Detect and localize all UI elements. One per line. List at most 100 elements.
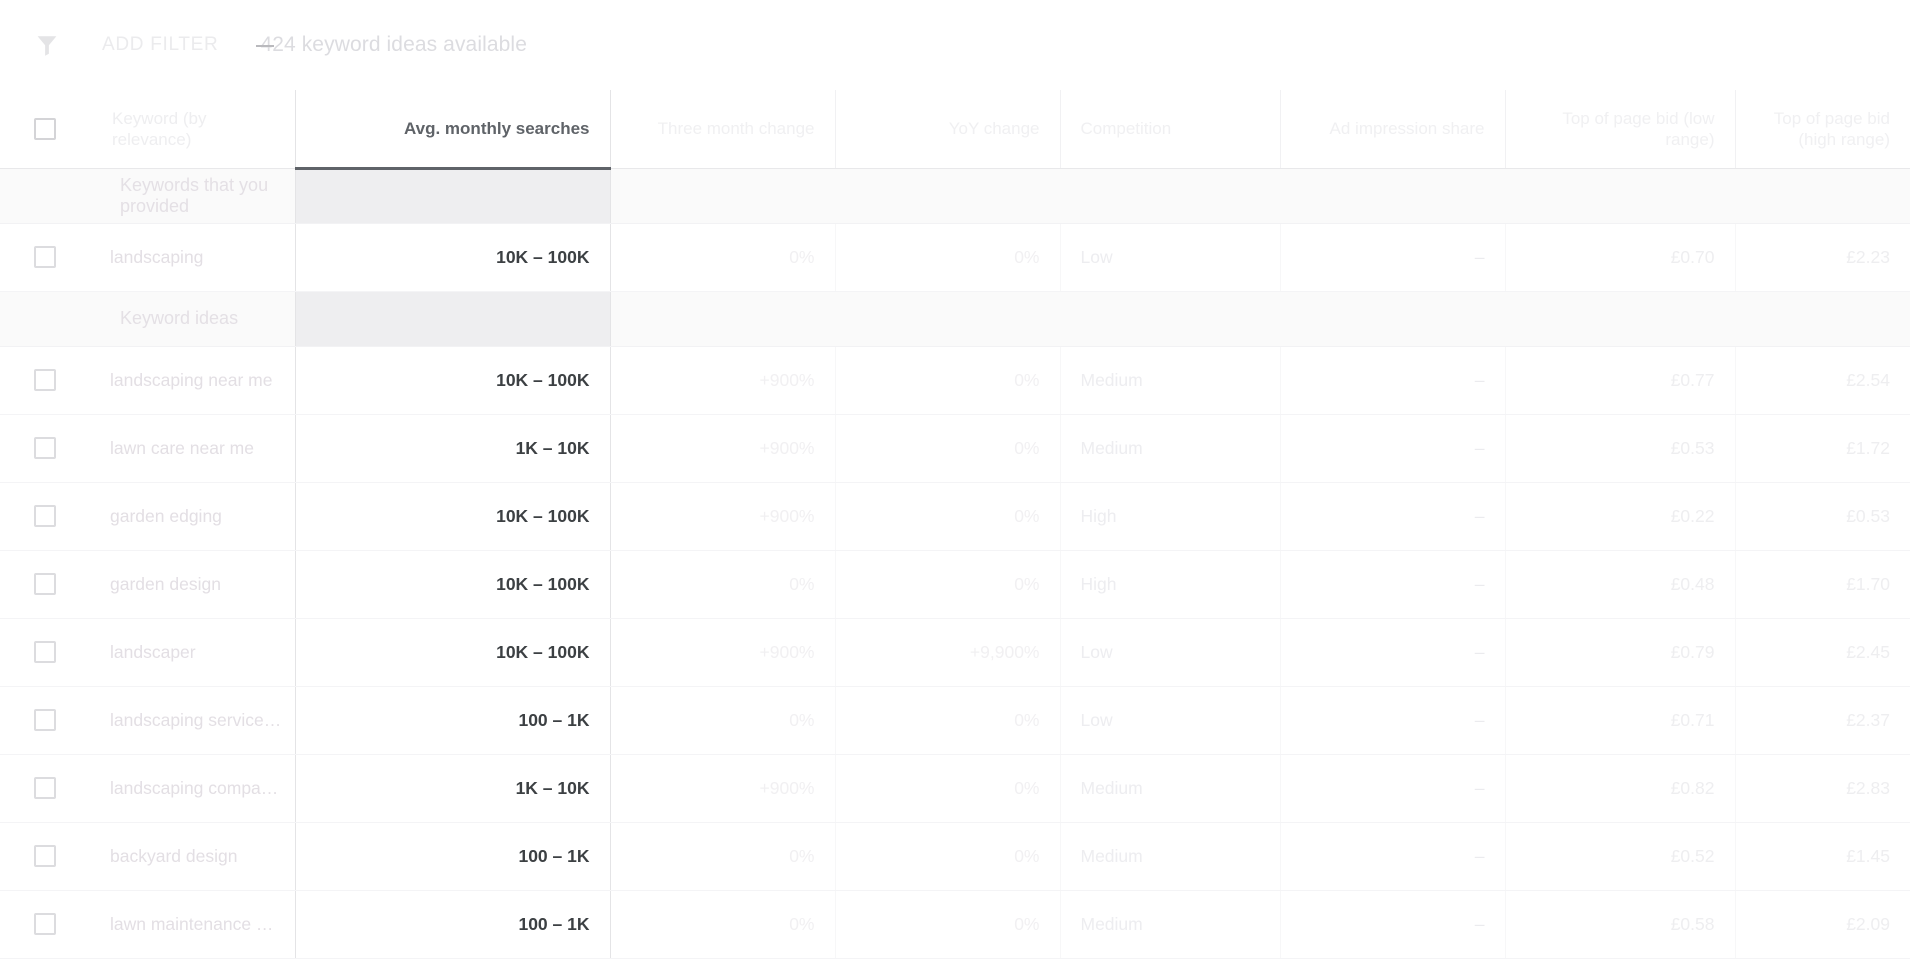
cell-keyword[interactable]: landscaping service…: [90, 686, 295, 754]
cell-ad-impression-share: –: [1280, 754, 1505, 822]
cell-bid-low-range: £0.77: [1505, 346, 1735, 414]
cell-competition: High: [1060, 550, 1280, 618]
cell-keyword[interactable]: garden design: [90, 550, 295, 618]
group-row-empty-cell: [1735, 168, 1910, 223]
group-row-empty-cell: [1280, 291, 1505, 346]
select-all-checkbox[interactable]: [34, 118, 56, 140]
row-select-checkbox[interactable]: [34, 913, 56, 935]
cell-bid-low-range: £0.22: [1505, 482, 1735, 550]
row-checkbox-cell: [0, 754, 90, 822]
group-row-checkbox-cell: [0, 168, 90, 223]
cell-keyword[interactable]: landscaping: [90, 223, 295, 291]
row-select-checkbox[interactable]: [34, 777, 56, 799]
group-row-empty-cell: [610, 291, 835, 346]
table-row[interactable]: lawn maintenance …100 – 1K0%0%Medium–£0.…: [0, 890, 1910, 958]
row-select-checkbox[interactable]: [34, 369, 56, 391]
row-select-checkbox[interactable]: [34, 505, 56, 527]
select-all-header-cell: [0, 90, 90, 168]
cell-three-month-change: 0%: [610, 550, 835, 618]
row-select-checkbox[interactable]: [34, 437, 56, 459]
group-row-empty-cell: [835, 168, 1060, 223]
keyword-ideas-count: 424 keyword ideas available: [260, 33, 527, 57]
row-select-checkbox[interactable]: [34, 709, 56, 731]
cell-yoy-change: 0%: [835, 414, 1060, 482]
row-checkbox-cell: [0, 223, 90, 291]
table-row[interactable]: landscaping near me10K – 100K+900%0%Medi…: [0, 346, 1910, 414]
column-header-avg-monthly-searches[interactable]: Avg. monthly searches: [295, 90, 610, 168]
cell-three-month-change: 0%: [610, 223, 835, 291]
table-row[interactable]: landscaping compa…1K – 10K+900%0%Medium–…: [0, 754, 1910, 822]
table-row[interactable]: landscaper10K – 100K+900%+9,900%Low–£0.7…: [0, 618, 1910, 686]
cell-bid-high-range: £2.09: [1735, 890, 1910, 958]
table-toolbar: ADD FILTER 424 keyword ideas available: [0, 0, 1910, 90]
cell-ad-impression-share: –: [1280, 890, 1505, 958]
cell-ad-impression-share: –: [1280, 346, 1505, 414]
cell-keyword[interactable]: garden edging: [90, 482, 295, 550]
cell-three-month-change: 0%: [610, 686, 835, 754]
row-checkbox-cell: [0, 346, 90, 414]
cell-bid-high-range: £2.83: [1735, 754, 1910, 822]
column-header-keyword[interactable]: Keyword (by relevance): [90, 90, 295, 168]
cell-avg-monthly-searches: 10K – 100K: [295, 618, 610, 686]
cell-bid-high-range: £1.45: [1735, 822, 1910, 890]
cell-keyword[interactable]: backyard design: [90, 822, 295, 890]
table-row[interactable]: garden design10K – 100K0%0%High–£0.48£1.…: [0, 550, 1910, 618]
group-row-checkbox-cell: [0, 291, 90, 346]
table-row[interactable]: landscaping service…100 – 1K0%0%Low–£0.7…: [0, 686, 1910, 754]
cell-bid-high-range: £2.45: [1735, 618, 1910, 686]
keyword-ideas-table: Keyword (by relevance) Avg. monthly sear…: [0, 90, 1910, 959]
cell-competition: Medium: [1060, 822, 1280, 890]
table-header: Keyword (by relevance) Avg. monthly sear…: [0, 90, 1910, 168]
table-row[interactable]: backyard design100 – 1K0%0%Medium–£0.52£…: [0, 822, 1910, 890]
row-select-checkbox[interactable]: [34, 573, 56, 595]
cell-yoy-change: 0%: [835, 346, 1060, 414]
column-header-competition[interactable]: Competition: [1060, 90, 1280, 168]
row-select-checkbox[interactable]: [34, 845, 56, 867]
cell-bid-high-range: £2.54: [1735, 346, 1910, 414]
column-header-three-month-change[interactable]: Three month change: [610, 90, 835, 168]
cell-ad-impression-share: –: [1280, 686, 1505, 754]
column-header-top-of-page-bid-high[interactable]: Top of page bid (high range): [1735, 90, 1910, 168]
cell-keyword[interactable]: landscaping compa…: [90, 754, 295, 822]
row-select-checkbox[interactable]: [34, 246, 56, 268]
column-header-top-of-page-bid-low[interactable]: Top of page bid (low range): [1505, 90, 1735, 168]
filter-funnel-icon[interactable]: [30, 28, 64, 62]
cell-bid-high-range: £2.37: [1735, 686, 1910, 754]
row-select-checkbox[interactable]: [34, 641, 56, 663]
cell-bid-high-range: £2.23: [1735, 223, 1910, 291]
cell-yoy-change: +9,900%: [835, 618, 1060, 686]
cell-avg-monthly-searches: 1K – 10K: [295, 414, 610, 482]
cell-competition: Low: [1060, 686, 1280, 754]
row-checkbox-cell: [0, 414, 90, 482]
row-checkbox-cell: [0, 550, 90, 618]
cell-avg-monthly-searches: 100 – 1K: [295, 822, 610, 890]
cell-yoy-change: 0%: [835, 890, 1060, 958]
cell-keyword[interactable]: lawn maintenance …: [90, 890, 295, 958]
column-header-ad-impression-share[interactable]: Ad impression share: [1280, 90, 1505, 168]
cell-yoy-change: 0%: [835, 482, 1060, 550]
table-group-row: Keywords that you provided: [0, 168, 1910, 223]
column-header-yoy-change[interactable]: YoY change: [835, 90, 1060, 168]
add-filter-button[interactable]: ADD FILTER: [102, 34, 218, 56]
cell-competition: Medium: [1060, 754, 1280, 822]
cell-keyword[interactable]: landscaping near me: [90, 346, 295, 414]
cell-three-month-change: +900%: [610, 414, 835, 482]
cell-competition: Medium: [1060, 414, 1280, 482]
table-row[interactable]: landscaping10K – 100K0%0%Low–£0.70£2.23: [0, 223, 1910, 291]
cell-yoy-change: 0%: [835, 550, 1060, 618]
table-row[interactable]: lawn care near me1K – 10K+900%0%Medium–£…: [0, 414, 1910, 482]
cell-ad-impression-share: –: [1280, 482, 1505, 550]
table-body: Keywords that you providedlandscaping10K…: [0, 168, 1910, 958]
cell-keyword[interactable]: lawn care near me: [90, 414, 295, 482]
table-group-row: Keyword ideas: [0, 291, 1910, 346]
cell-bid-low-range: £0.82: [1505, 754, 1735, 822]
group-row-empty-cell: [835, 291, 1060, 346]
cell-competition: Low: [1060, 618, 1280, 686]
cell-three-month-change: 0%: [610, 890, 835, 958]
cell-keyword[interactable]: landscaper: [90, 618, 295, 686]
cell-three-month-change: 0%: [610, 822, 835, 890]
cell-three-month-change: +900%: [610, 618, 835, 686]
group-row-empty-cell: [1735, 291, 1910, 346]
cell-avg-monthly-searches: 1K – 10K: [295, 754, 610, 822]
table-row[interactable]: garden edging10K – 100K+900%0%High–£0.22…: [0, 482, 1910, 550]
